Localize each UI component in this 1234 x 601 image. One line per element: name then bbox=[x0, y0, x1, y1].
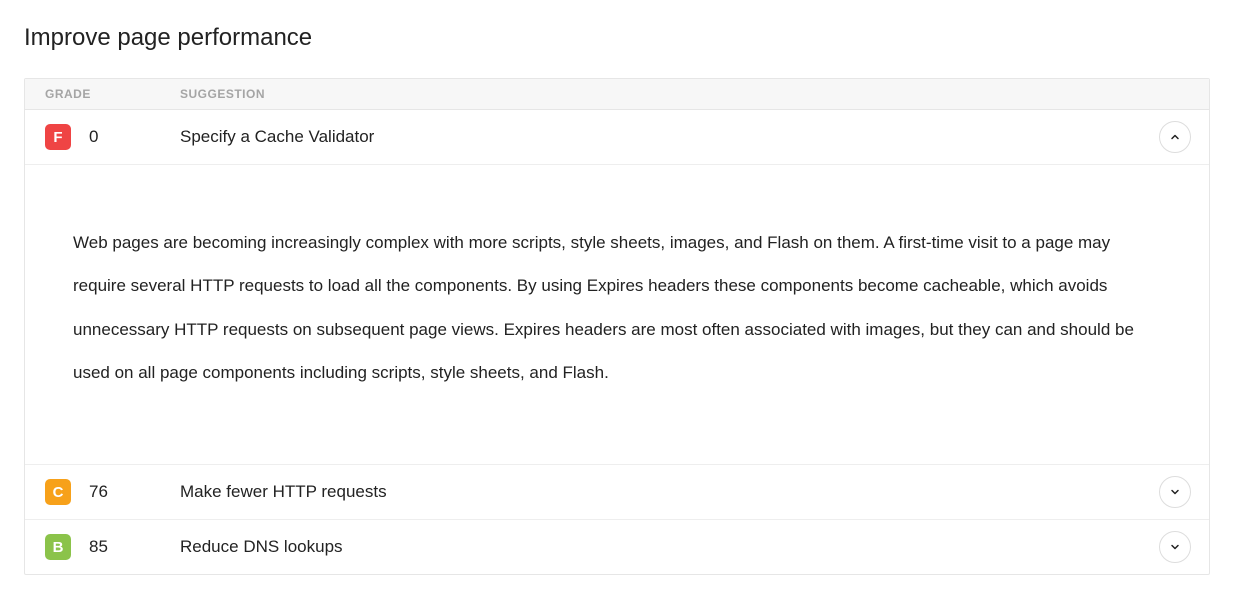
grade-score: 0 bbox=[89, 127, 98, 147]
grade-badge: F bbox=[45, 124, 71, 150]
grade-col: F 0 bbox=[45, 124, 180, 150]
grade-badge: C bbox=[45, 479, 71, 505]
expand-button[interactable] bbox=[1159, 531, 1191, 563]
chevron-down-icon bbox=[1169, 486, 1181, 498]
header-grade: GRADE bbox=[45, 87, 180, 101]
suggestion-detail: Web pages are becoming increasingly comp… bbox=[25, 165, 1209, 465]
suggestion-text: Make fewer HTTP requests bbox=[180, 482, 1189, 502]
expand-button[interactable] bbox=[1159, 476, 1191, 508]
grade-score: 85 bbox=[89, 537, 108, 557]
grade-col: C 76 bbox=[45, 479, 180, 505]
suggestion-text: Reduce DNS lookups bbox=[180, 537, 1189, 557]
suggestions-panel: GRADE SUGGESTION F 0 Specify a Cache Val… bbox=[24, 78, 1210, 575]
grade-col: B 85 bbox=[45, 534, 180, 560]
grade-score: 76 bbox=[89, 482, 108, 502]
collapse-button[interactable] bbox=[1159, 121, 1191, 153]
grade-badge: B bbox=[45, 534, 71, 560]
header-suggestion: SUGGESTION bbox=[180, 87, 265, 101]
suggestion-text: Specify a Cache Validator bbox=[180, 127, 1189, 147]
table-header: GRADE SUGGESTION bbox=[25, 79, 1209, 110]
chevron-up-icon bbox=[1169, 131, 1181, 143]
table-row[interactable]: C 76 Make fewer HTTP requests bbox=[25, 465, 1209, 520]
page-title: Improve page performance bbox=[24, 24, 1210, 52]
table-row[interactable]: F 0 Specify a Cache Validator bbox=[25, 110, 1209, 165]
chevron-down-icon bbox=[1169, 541, 1181, 553]
table-row[interactable]: B 85 Reduce DNS lookups bbox=[25, 520, 1209, 574]
